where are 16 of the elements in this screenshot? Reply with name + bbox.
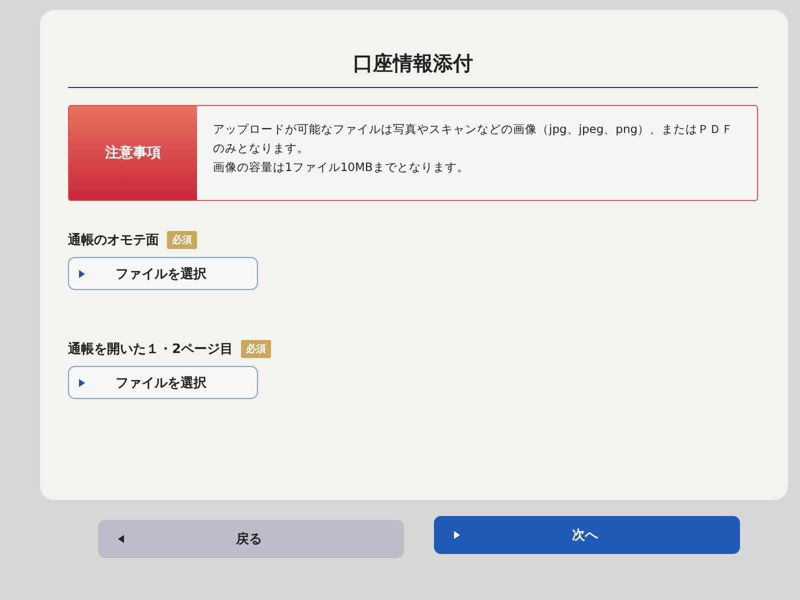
notice-text: 画像の容量は1ファイル10MBまでとなります。 — [213, 159, 470, 176]
triangle-right-icon — [79, 270, 85, 278]
field-label: 通帳を開いた１・2ページ目 — [68, 341, 234, 358]
triangle-right-icon — [454, 531, 460, 539]
page-title: 口座情報添付 — [68, 50, 758, 88]
required-badge: 必須 — [241, 340, 272, 358]
triangle-right-icon — [79, 378, 85, 386]
next-button[interactable]: 次へ — [434, 516, 740, 554]
required-badge: 必須 — [167, 231, 197, 249]
back-button[interactable]: 戻る — [98, 520, 404, 558]
notice-label: 注意事項 — [69, 106, 197, 200]
triangle-left-icon — [118, 535, 124, 543]
field-label: 通帳のオモテ面 — [68, 232, 159, 249]
notice-text: アップロードが可能なファイルは写真やスキャンなどの画像（jpg、jpeg、png）、またはＰＤＦのみとなります。 — [213, 121, 735, 157]
file-select-button[interactable]: ファイルを選択 — [68, 366, 258, 399]
file-select-button[interactable]: ファイルを選択 — [68, 257, 258, 290]
